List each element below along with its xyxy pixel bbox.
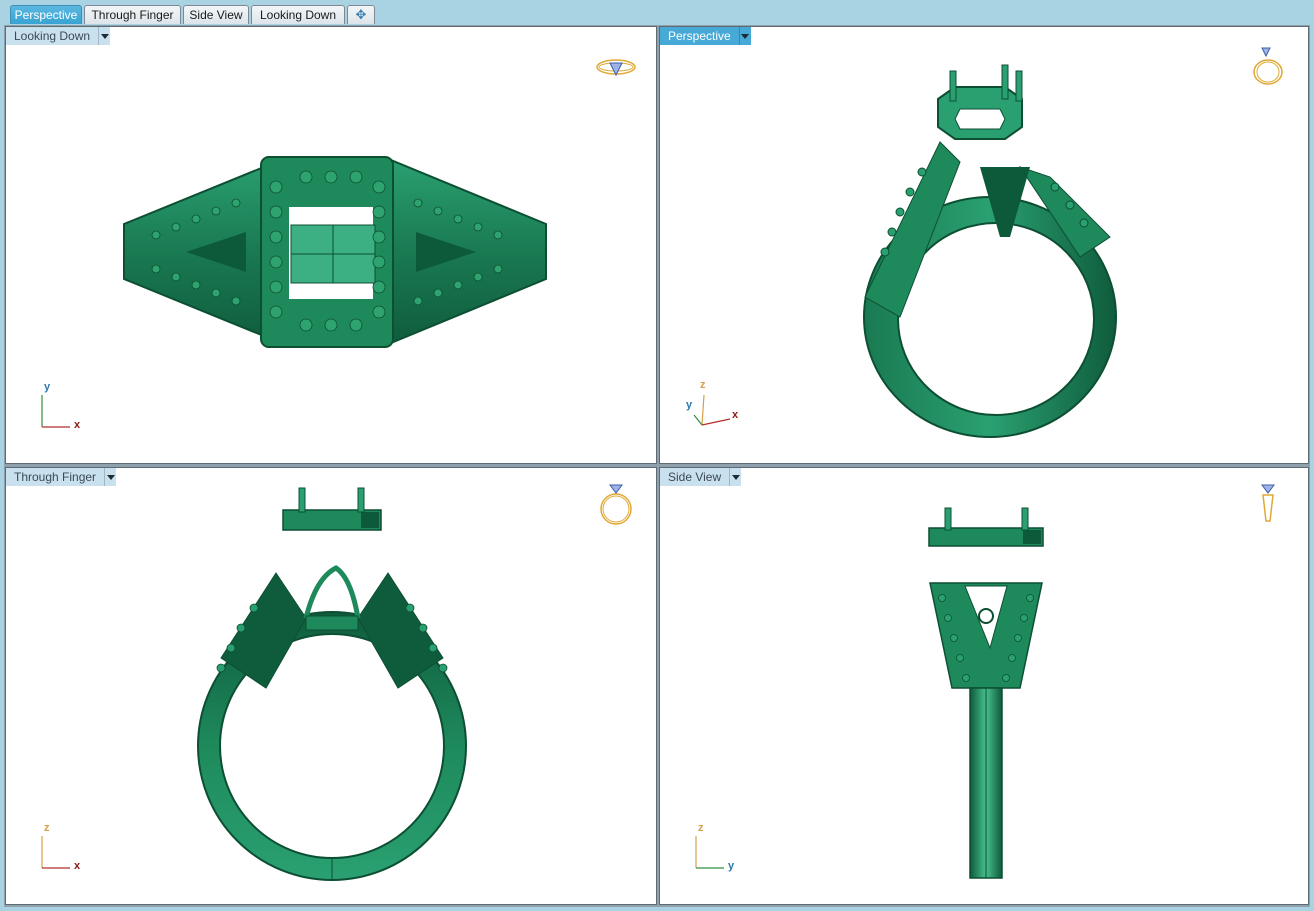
viewport-looking-down[interactable]: Looking Down y x [5, 26, 657, 464]
axis-v-label: y [44, 381, 51, 393]
axis-v-label: z [700, 379, 706, 391]
ring-model-side-view[interactable] [660, 468, 1309, 905]
axis-indicator: y x [36, 381, 96, 435]
axis-h-label: x [74, 419, 81, 431]
viewport-through-finger[interactable]: Through Finger z x [5, 467, 657, 905]
ring-model-perspective[interactable] [660, 27, 1309, 464]
axis-h-label: x [732, 409, 739, 421]
viewport-side-view[interactable]: Side View z y [659, 467, 1309, 905]
tab-side-view[interactable]: Side View [183, 5, 249, 24]
add-tab-button[interactable]: ✥ [347, 5, 375, 24]
viewport-grid: Looking Down y x Perspective z y x Throu… [4, 25, 1310, 907]
axis-indicator: z y [690, 822, 750, 876]
ring-model-front-view[interactable] [6, 468, 657, 905]
axis-h-label: x [74, 860, 81, 872]
plus-icon: ✥ [355, 7, 367, 22]
axis-h-label: y [728, 860, 735, 872]
axis-d-label: y [686, 399, 693, 411]
tab-looking-down[interactable]: Looking Down [251, 5, 345, 24]
axis-indicator: z y x [686, 379, 750, 435]
tab-perspective[interactable]: Perspective [10, 5, 82, 24]
viewport-perspective[interactable]: Perspective z y x [659, 26, 1309, 464]
ring-model-top-view[interactable] [6, 27, 657, 464]
viewport-tab-bar: Perspective Through Finger Side View Loo… [0, 0, 1314, 26]
axis-indicator: z x [36, 822, 96, 876]
axis-triad-icon [693, 394, 731, 426]
tab-through-finger[interactable]: Through Finger [84, 5, 181, 24]
axis-v-label: z [44, 822, 50, 834]
axis-v-label: z [698, 822, 704, 834]
